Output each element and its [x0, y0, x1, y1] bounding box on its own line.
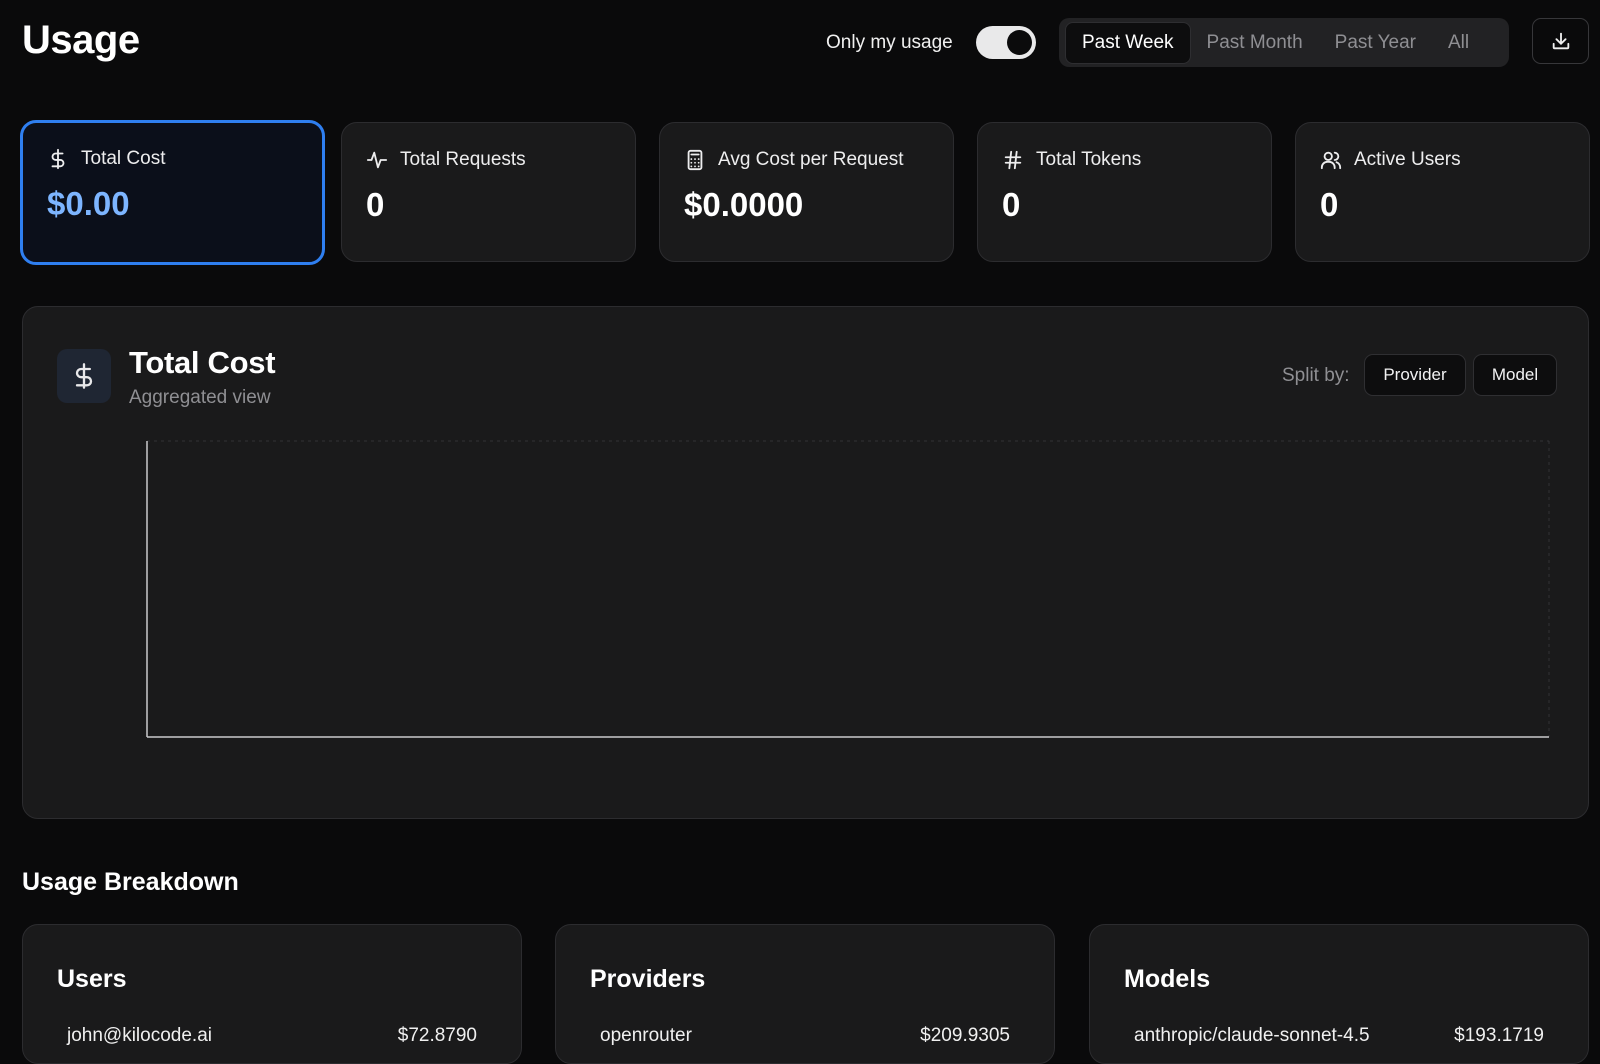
users-icon: [1320, 151, 1342, 170]
range-all-button[interactable]: All: [1432, 23, 1485, 63]
list-item-value: $72.8790: [397, 1025, 477, 1046]
only-my-usage-toggle[interactable]: [976, 26, 1036, 59]
range-past-year-button[interactable]: Past Year: [1319, 23, 1432, 63]
stat-card-total-tokens[interactable]: Total Tokens 0: [977, 122, 1272, 262]
usage-breakdown-title: Usage Breakdown: [22, 868, 239, 896]
stat-card-total-requests[interactable]: Total Requests 0: [341, 122, 636, 262]
list-item-value: $209.9305: [920, 1025, 1010, 1046]
stat-value: 0: [1002, 186, 1021, 223]
list-item-label: openrouter: [600, 1025, 692, 1046]
list-item: openrouter $209.9305: [600, 1025, 1010, 1047]
activity-icon: [366, 151, 388, 169]
chart-plot-area: [146, 440, 1550, 738]
stat-value: 0: [366, 186, 385, 223]
dollar-icon: [51, 148, 65, 170]
download-icon: [1552, 32, 1569, 50]
list-item: anthropic/claude-sonnet-4.5 $193.1719: [1134, 1025, 1544, 1047]
stat-card-total-cost[interactable]: Total Cost $0.00: [20, 120, 325, 265]
range-past-week-button[interactable]: Past Week: [1065, 21, 1191, 64]
calculator-icon: [687, 149, 703, 171]
stat-label: Total Cost: [81, 148, 166, 169]
breakdown-card-providers: Providers openrouter $209.9305: [555, 924, 1055, 1064]
list-item-label: anthropic/claude-sonnet-4.5: [1134, 1025, 1370, 1046]
only-my-usage-label: Only my usage: [826, 32, 953, 53]
time-range-selector: Past Week Past Month Past Year All: [1059, 18, 1509, 67]
stat-value: 0: [1320, 186, 1339, 223]
stat-card-avg-cost[interactable]: Avg Cost per Request $0.0000: [659, 122, 954, 262]
stat-label: Total Tokens: [1036, 149, 1142, 170]
list-item-label: john@kilocode.ai: [67, 1025, 212, 1046]
total-cost-chart-card: Total Cost Aggregated view Split by: Pro…: [22, 306, 1589, 819]
stat-card-active-users[interactable]: Active Users 0: [1295, 122, 1590, 262]
breakdown-card-title: Models: [1124, 965, 1211, 993]
stat-label: Total Requests: [400, 149, 526, 170]
page-title: Usage: [22, 18, 140, 62]
download-button[interactable]: [1532, 18, 1589, 64]
list-item: john@kilocode.ai $72.8790: [67, 1025, 477, 1047]
stat-value: $0.00: [47, 185, 130, 222]
stat-value: $0.0000: [684, 186, 804, 223]
range-past-month-button[interactable]: Past Month: [1191, 23, 1319, 63]
hash-icon: [1004, 150, 1022, 170]
toggle-knob: [1007, 30, 1032, 55]
breakdown-card-title: Providers: [590, 965, 706, 993]
breakdown-card-users: Users john@kilocode.ai $72.8790: [22, 924, 522, 1064]
list-item-value: $193.1719: [1454, 1025, 1544, 1046]
breakdown-card-models: Models anthropic/claude-sonnet-4.5 $193.…: [1089, 924, 1589, 1064]
breakdown-card-title: Users: [57, 965, 127, 993]
stat-label: Active Users: [1354, 149, 1461, 170]
stat-label: Avg Cost per Request: [718, 149, 904, 170]
